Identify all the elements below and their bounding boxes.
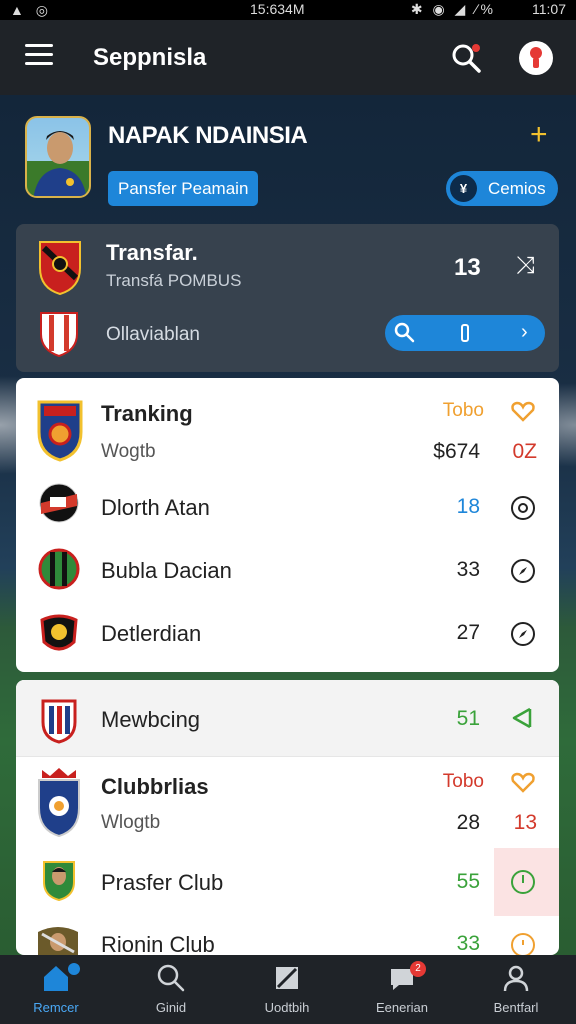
add-icon[interactable]: + bbox=[530, 120, 548, 150]
status-system-icons: ✱ ◉ ◢ ∕% bbox=[410, 1, 496, 17]
nav-item-updates[interactable]: Uodtbih bbox=[237, 955, 337, 1024]
clubs-title: Clubbrlias bbox=[101, 774, 209, 799]
club-crest-icon bbox=[41, 699, 77, 744]
clubs-card: Mewbcing 51 Clubbrlias Wlogtb Tobo 28 13… bbox=[16, 680, 559, 957]
campaigns-button[interactable]: ¥ Cemios bbox=[446, 171, 558, 206]
flag-icon bbox=[276, 967, 298, 989]
column-label: Tobo bbox=[442, 771, 484, 792]
nav-item-home[interactable]: Remcer bbox=[6, 955, 106, 1024]
yen-icon: ¥ bbox=[450, 175, 477, 202]
club-value: 55 bbox=[456, 870, 480, 893]
search-icon bbox=[157, 964, 185, 992]
club-value: 33 bbox=[456, 932, 480, 955]
club-crest-icon bbox=[38, 768, 80, 838]
app-bar: Seppnisla bbox=[0, 20, 576, 95]
search-notification-dot bbox=[472, 44, 480, 52]
club-name: Bubla Dacian bbox=[101, 558, 232, 583]
person-icon bbox=[503, 965, 529, 992]
heart-handshake-icon[interactable] bbox=[510, 769, 536, 795]
transfer-subtitle: Transfá POMBUS bbox=[106, 271, 242, 290]
nav-label: Bentfarl bbox=[493, 1000, 539, 1015]
striped-crest-icon bbox=[40, 312, 78, 358]
nav-item-messages[interactable]: 2 Eenerian bbox=[352, 955, 452, 1024]
club-crest-icon bbox=[39, 241, 81, 296]
club-name: Dlorth Atan bbox=[101, 495, 210, 520]
shuffle-icon[interactable]: ⤨ bbox=[516, 252, 535, 280]
status-clock: 11:07 bbox=[532, 1, 566, 17]
nav-label: Eenerian bbox=[375, 1000, 429, 1015]
menu-icon[interactable] bbox=[25, 44, 53, 66]
profile-avatar-button[interactable] bbox=[519, 41, 553, 75]
nav-label: Ginid bbox=[155, 1000, 187, 1015]
ranking-card: Tranking Wogtb Tobo $674 0Z Dlorth Atan … bbox=[16, 378, 559, 672]
share-icon[interactable] bbox=[510, 705, 536, 731]
player-badge-icon bbox=[38, 927, 78, 955]
home-badge-dot bbox=[68, 963, 80, 975]
ranking-change: 0Z bbox=[512, 440, 537, 463]
notification-badge: 2 bbox=[410, 961, 426, 977]
power-icon[interactable] bbox=[510, 869, 536, 895]
club-label: Ollaviablan bbox=[106, 324, 200, 345]
text-cursor-icon bbox=[461, 324, 469, 342]
club-crest-icon bbox=[37, 400, 83, 462]
club-name: Detlerdian bbox=[101, 621, 202, 646]
club-name: Mewbcing bbox=[101, 707, 201, 732]
transfer-card[interactable]: Transfar. Transfá POMBUS 13 ⤨ Ollaviabla… bbox=[16, 224, 559, 372]
app-title: Seppnisla bbox=[93, 44, 207, 71]
heart-handshake-icon[interactable] bbox=[510, 398, 536, 424]
club-badge-icon bbox=[40, 614, 78, 651]
search-icon bbox=[394, 322, 415, 343]
clubs-change: 13 bbox=[513, 811, 537, 834]
nav-label: Remcer bbox=[33, 1000, 79, 1015]
transfer-count: 13 bbox=[454, 254, 481, 281]
club-badge-icon bbox=[38, 548, 80, 590]
player-photo bbox=[25, 116, 91, 198]
compass-icon[interactable] bbox=[510, 621, 536, 647]
profile-name: NAPAK NDAINSIA bbox=[108, 122, 308, 149]
status-left-icons: ▲ ◎ bbox=[10, 2, 52, 18]
target-icon[interactable] bbox=[510, 495, 536, 521]
player-badge-icon bbox=[43, 861, 75, 902]
nav-item-profile[interactable]: Bentfarl bbox=[466, 955, 566, 1024]
transfer-title: Transfar. bbox=[106, 240, 198, 265]
nav-item-search[interactable]: Ginid bbox=[121, 955, 221, 1024]
nav-label: Uodtbih bbox=[264, 1000, 310, 1015]
clubs-subtitle: Wlogtb bbox=[101, 812, 161, 833]
club-value: 27 bbox=[456, 621, 480, 644]
club-value: 33 bbox=[456, 558, 480, 581]
club-badge-icon bbox=[39, 483, 79, 523]
ranking-title: Tranking bbox=[101, 401, 193, 426]
chevron-right-icon: › bbox=[521, 321, 528, 343]
transfer-chip[interactable]: Pansfer Peamain bbox=[108, 171, 259, 206]
column-label: Tobo bbox=[442, 400, 484, 421]
bottom-navigation: Remcer Ginid Uodtbih 2 Eenerian Bentfarl bbox=[0, 955, 576, 1024]
club-value: 51 bbox=[456, 707, 480, 730]
compass-icon[interactable] bbox=[510, 558, 536, 584]
club-value: 18 bbox=[456, 495, 480, 518]
status-time-center: 15:634M bbox=[250, 1, 305, 17]
ranking-subtitle: Wogtb bbox=[101, 441, 156, 462]
status-bar: ▲ ◎ 15:634M ✱ ◉ ◢ ∕% 11:07 bbox=[0, 0, 576, 20]
club-search-bar[interactable]: › bbox=[385, 315, 545, 351]
campaigns-label: Cemios bbox=[488, 179, 546, 198]
home-icon bbox=[44, 966, 68, 991]
club-name: Prasfer Club bbox=[101, 870, 224, 895]
